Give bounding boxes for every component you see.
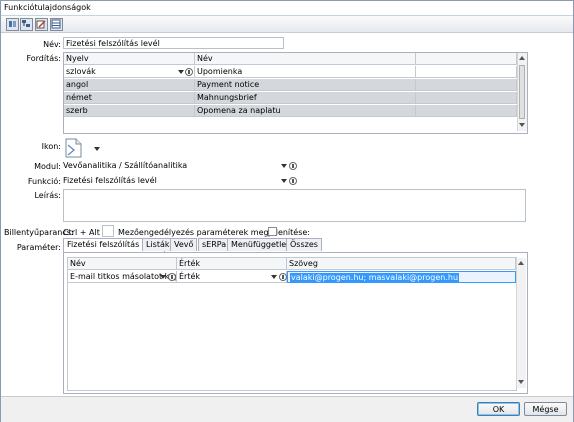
translation-name-cell[interactable]: Payment notice bbox=[195, 79, 416, 91]
translation-name-cell[interactable]: Upomienka bbox=[195, 66, 416, 78]
form-area: Név: Fizetési felszólítás levél Fordítás… bbox=[1, 33, 573, 396]
info-icon[interactable] bbox=[185, 68, 193, 76]
info-icon[interactable] bbox=[289, 177, 297, 185]
chevron-down-icon[interactable] bbox=[94, 147, 100, 151]
cut-icon[interactable] bbox=[6, 18, 19, 31]
translation-grid: Nyelv Név szlovák Upomienka angol Paymen… bbox=[63, 52, 528, 134]
ikon-label: Ikon: bbox=[41, 142, 61, 151]
translation-name-cell[interactable]: Opomena za naplatu bbox=[195, 105, 416, 117]
col-nyelv-header[interactable]: Nyelv bbox=[64, 53, 195, 65]
leiras-textarea[interactable] bbox=[63, 189, 526, 222]
tab-listak[interactable]: Listák bbox=[142, 238, 174, 251]
ok-button[interactable]: OK bbox=[477, 402, 520, 416]
modul-select[interactable]: Vevőanalitika / Szállítóanalitika bbox=[63, 160, 296, 172]
chevron-down-icon[interactable] bbox=[281, 179, 287, 183]
approval-label: Mezőengedélyezés paraméterek megjeleníté… bbox=[118, 228, 310, 237]
param-text-cell[interactable]: valaki@progen.hu; masvalaki@progen.hu bbox=[287, 271, 516, 283]
forditas-label: Fordítás: bbox=[26, 54, 61, 63]
shortcut-label: Billentyűparancs: bbox=[4, 228, 74, 237]
title-bar: Funkciótulajdonságok bbox=[1, 1, 573, 16]
translation-name-cell[interactable]: Mahnungsbrief bbox=[195, 92, 416, 104]
info-icon[interactable] bbox=[289, 162, 297, 170]
table-icon[interactable] bbox=[50, 18, 63, 31]
parameter-scrollbar[interactable] bbox=[516, 258, 526, 388]
tree-icon[interactable] bbox=[20, 18, 33, 31]
chevron-down-icon[interactable] bbox=[281, 164, 287, 168]
dialog-footer: OK Mégse bbox=[1, 396, 573, 422]
parameter-tabs: Fizetési felszólítás levél Listák Vevő s… bbox=[63, 238, 526, 253]
lang-value: szlovák bbox=[66, 67, 96, 76]
translation-lang-cell[interactable]: német bbox=[64, 92, 195, 104]
translation-extra-cell bbox=[416, 79, 517, 91]
parameter-panel: Név Érték Szöveg E-mail titkos másolatot… bbox=[63, 252, 528, 394]
scroll-up-icon[interactable] bbox=[518, 261, 524, 265]
col-param-ertek[interactable]: Érték bbox=[177, 258, 287, 270]
shortcut-key-input[interactable] bbox=[102, 225, 114, 237]
param-text-value: valaki@progen.hu; masvalaki@progen.hu bbox=[290, 273, 460, 282]
col-param-nev[interactable]: Név bbox=[68, 258, 177, 270]
scroll-thumb[interactable] bbox=[519, 65, 525, 119]
tab-osszes[interactable]: Összes bbox=[286, 238, 322, 251]
window-title: Funkciótulajdonságok bbox=[4, 3, 91, 12]
param-value-value: Érték bbox=[179, 272, 201, 281]
document-icon[interactable] bbox=[63, 137, 85, 159]
cancel-button[interactable]: Mégse bbox=[524, 402, 567, 416]
modul-label: Modul: bbox=[34, 162, 61, 171]
parameter-label: Paraméter: bbox=[16, 243, 61, 252]
translation-extra-cell bbox=[416, 66, 517, 78]
funkcio-label: Funkció: bbox=[27, 177, 61, 186]
funkcio-value: Fizetési felszólítás levél bbox=[63, 176, 157, 185]
chevron-down-icon[interactable] bbox=[271, 275, 277, 279]
col-empty-header bbox=[416, 53, 517, 65]
dialog-window: Funkciótulajdonságok Név: Fizetési felsz… bbox=[0, 0, 574, 422]
chevron-down-icon[interactable] bbox=[160, 275, 166, 279]
chevron-down-icon[interactable] bbox=[178, 70, 184, 74]
info-icon[interactable] bbox=[168, 273, 176, 281]
edit-icon[interactable] bbox=[35, 18, 48, 31]
translation-lang-cell[interactable]: szlovák bbox=[64, 66, 195, 78]
leiras-label: Leírás: bbox=[34, 191, 61, 200]
scroll-down-icon[interactable] bbox=[518, 380, 524, 384]
scroll-down-icon[interactable] bbox=[519, 123, 525, 127]
funkcio-select[interactable]: Fizetési felszólítás levél bbox=[63, 175, 296, 187]
nev-input[interactable]: Fizetési felszólítás levél bbox=[63, 37, 284, 49]
translation-scrollbar[interactable] bbox=[517, 53, 527, 131]
info-icon[interactable] bbox=[279, 273, 287, 281]
parameter-grid: Név Érték Szöveg E-mail titkos másolatot… bbox=[67, 257, 526, 391]
translation-lang-cell[interactable]: angol bbox=[64, 79, 195, 91]
tab-vevo[interactable]: Vevő bbox=[170, 238, 198, 251]
col-param-szoveg[interactable]: Szöveg bbox=[287, 258, 516, 270]
approval-checkbox[interactable] bbox=[268, 227, 277, 236]
scroll-up-icon[interactable] bbox=[519, 56, 525, 60]
toolbar bbox=[1, 16, 573, 33]
translation-extra-cell bbox=[416, 105, 517, 117]
translation-lang-cell[interactable]: szerb bbox=[64, 105, 195, 117]
nev-label: Név: bbox=[43, 40, 61, 49]
modul-value: Vevőanalitika / Szállítóanalitika bbox=[63, 161, 188, 170]
col-nev-header[interactable]: Név bbox=[195, 53, 416, 65]
tab-serpa[interactable]: sERPa bbox=[198, 238, 231, 251]
translation-extra-cell bbox=[416, 92, 517, 104]
